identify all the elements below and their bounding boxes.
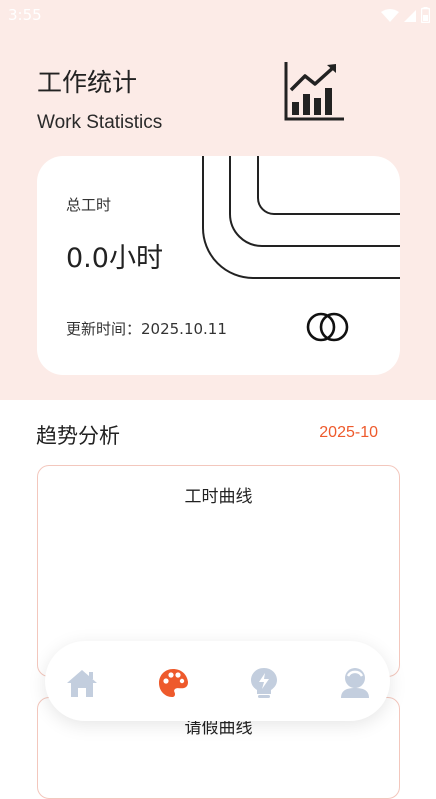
signal-icon [403, 8, 417, 27]
palette-icon [159, 669, 188, 697]
update-time-text: 更新时间：2025.10.11 [66, 320, 227, 338]
wifi-icon [381, 8, 399, 27]
nav-home[interactable] [64, 665, 100, 701]
battery-icon [420, 7, 431, 27]
total-hours-card: 总工时 0.0小时 更新时间：2025.10.11 [37, 156, 400, 375]
bottom-navigation [45, 641, 390, 721]
user-icon [341, 668, 369, 698]
status-bar: 3:55 [0, 0, 436, 30]
bar-chart-trend-icon [283, 60, 345, 126]
status-icons [381, 7, 431, 27]
nav-statistics[interactable] [155, 665, 191, 701]
total-hours-value: 0.0小时 [66, 243, 163, 274]
work-hours-curve-title: 工时曲线 [184, 487, 253, 507]
home-icon [67, 670, 97, 697]
nav-profile[interactable] [337, 665, 373, 701]
rings-icon [305, 309, 351, 349]
total-hours-label: 总工时 [66, 196, 112, 214]
bulb-icon [251, 668, 277, 698]
page-subtitle: Work Statistics [37, 112, 163, 133]
month-selector[interactable]: 2025-10 [319, 424, 378, 442]
trend-title: 趋势分析 [36, 424, 120, 448]
status-time: 3:55 [8, 6, 42, 24]
page-title: 工作统计 [37, 68, 138, 97]
nav-ideas[interactable] [246, 665, 282, 701]
